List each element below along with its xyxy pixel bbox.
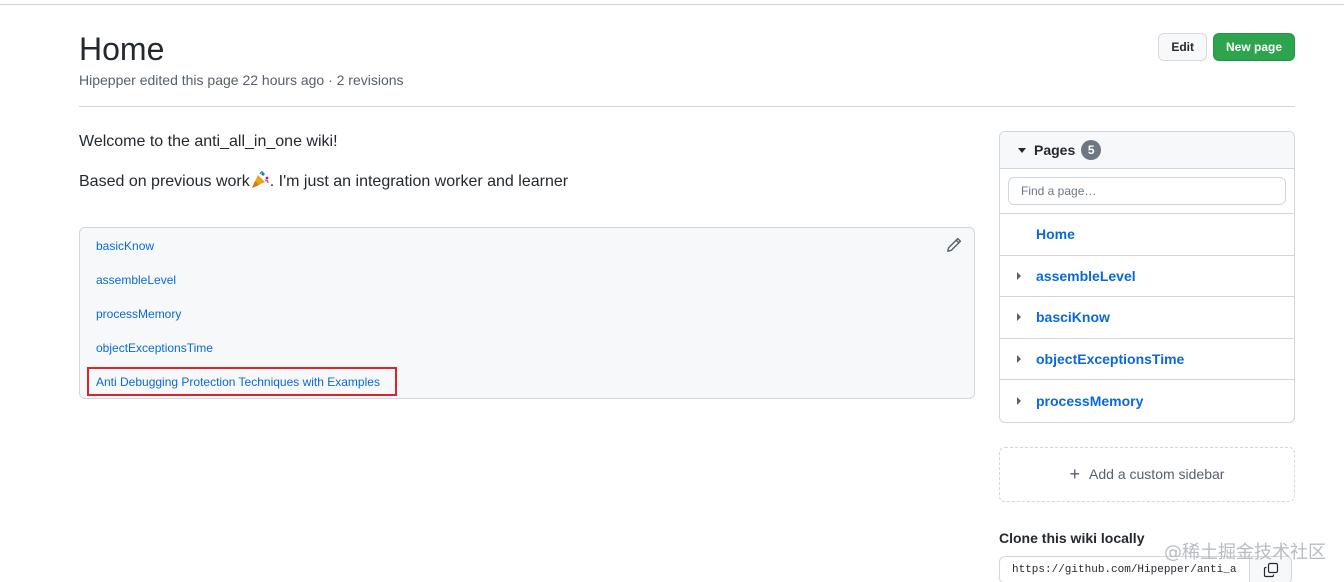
sidebar-item-label[interactable]: basciKnow (1036, 309, 1110, 325)
page-title: Home (79, 31, 165, 67)
header-actions: Edit New page (1158, 33, 1295, 61)
list-item: Anti Debugging Protection Techniques wit… (96, 374, 958, 408)
link-basicknow[interactable]: basicKnow (96, 239, 154, 253)
link-objectexceptionstime[interactable]: objectExceptionsTime (96, 341, 213, 355)
sidebar-item-home: Home (1000, 214, 1294, 256)
based-prefix: Based on previous work (79, 173, 250, 190)
list-item: processMemory (96, 306, 958, 340)
pages-label: Pages (1034, 142, 1076, 158)
page-list-box: basicKnow assembleLevel processMemory ob… (79, 227, 975, 399)
top-border (0, 0, 1344, 5)
caret-right-icon[interactable] (1017, 271, 1021, 280)
pencil-icon[interactable] (946, 237, 962, 253)
caret-right-icon[interactable] (1017, 313, 1021, 322)
sidebar-item-label[interactable]: assembleLevel (1036, 268, 1136, 284)
sidebar-item-label[interactable]: Home (1036, 226, 1075, 242)
welcome-text: Welcome to the anti_all_in_one wiki! (79, 133, 338, 150)
sidebar-item-basciknow: basciKnow (1000, 297, 1294, 339)
sidebar-item-assemblelevel: assembleLevel (1000, 256, 1294, 297)
new-page-button[interactable]: New page (1212, 33, 1295, 61)
based-suffix: . I'm just an integration worker and lea… (269, 173, 569, 190)
page-link-list: basicKnow assembleLevel processMemory ob… (80, 228, 974, 418)
link-assemblelevel[interactable]: assembleLevel (96, 273, 176, 287)
sidebar-item-label[interactable]: objectExceptionsTime (1036, 351, 1184, 367)
wiki-header: Home Hipepper edited this page 22 hours … (79, 30, 1295, 107)
filter-wrap (1000, 169, 1294, 214)
edit-button[interactable]: Edit (1158, 33, 1207, 61)
meta-text: edited this page 22 hours ago · 2 revisi… (139, 72, 404, 88)
caret-right-icon[interactable] (1017, 396, 1021, 405)
party-popper-icon (251, 171, 269, 188)
based-text: Based on previous work . I'm just an inte… (79, 170, 975, 194)
sidebar-item-processmemory: processMemory (1000, 380, 1294, 422)
link-anti-debugging[interactable]: Anti Debugging Protection Techniques wit… (96, 375, 380, 389)
author-link[interactable]: Hipepper (79, 72, 136, 88)
wiki-sidebar: Pages 5 Home assembleLevel basciKnow obj… (999, 131, 1295, 582)
add-custom-sidebar-button[interactable]: + Add a custom sidebar (999, 446, 1295, 502)
pages-panel: Pages 5 Home assembleLevel basciKnow obj… (999, 131, 1295, 423)
sidebar-item-objectexceptionstime: objectExceptionsTime (1000, 339, 1294, 380)
list-item: assembleLevel (96, 272, 958, 306)
list-item: basicKnow (96, 238, 958, 272)
link-processmemory[interactable]: processMemory (96, 307, 181, 321)
custom-sidebar-label: Add a custom sidebar (1089, 466, 1225, 482)
caret-right-icon[interactable] (1017, 354, 1021, 363)
wiki-body: Welcome to the anti_all_in_one wiki! Bas… (79, 130, 975, 210)
list-item: objectExceptionsTime (96, 340, 958, 374)
page-meta: Hipepper edited this page 22 hours ago ·… (79, 72, 1295, 88)
find-page-input[interactable] (1008, 177, 1286, 205)
pages-count-badge: 5 (1081, 140, 1102, 160)
plus-icon: + (1069, 463, 1081, 484)
pages-toggle[interactable]: Pages 5 (1000, 132, 1294, 169)
caret-down-icon (1018, 147, 1026, 153)
watermark: @稀土掘金技术社区 (1164, 542, 1326, 563)
sidebar-item-label[interactable]: processMemory (1036, 393, 1143, 409)
